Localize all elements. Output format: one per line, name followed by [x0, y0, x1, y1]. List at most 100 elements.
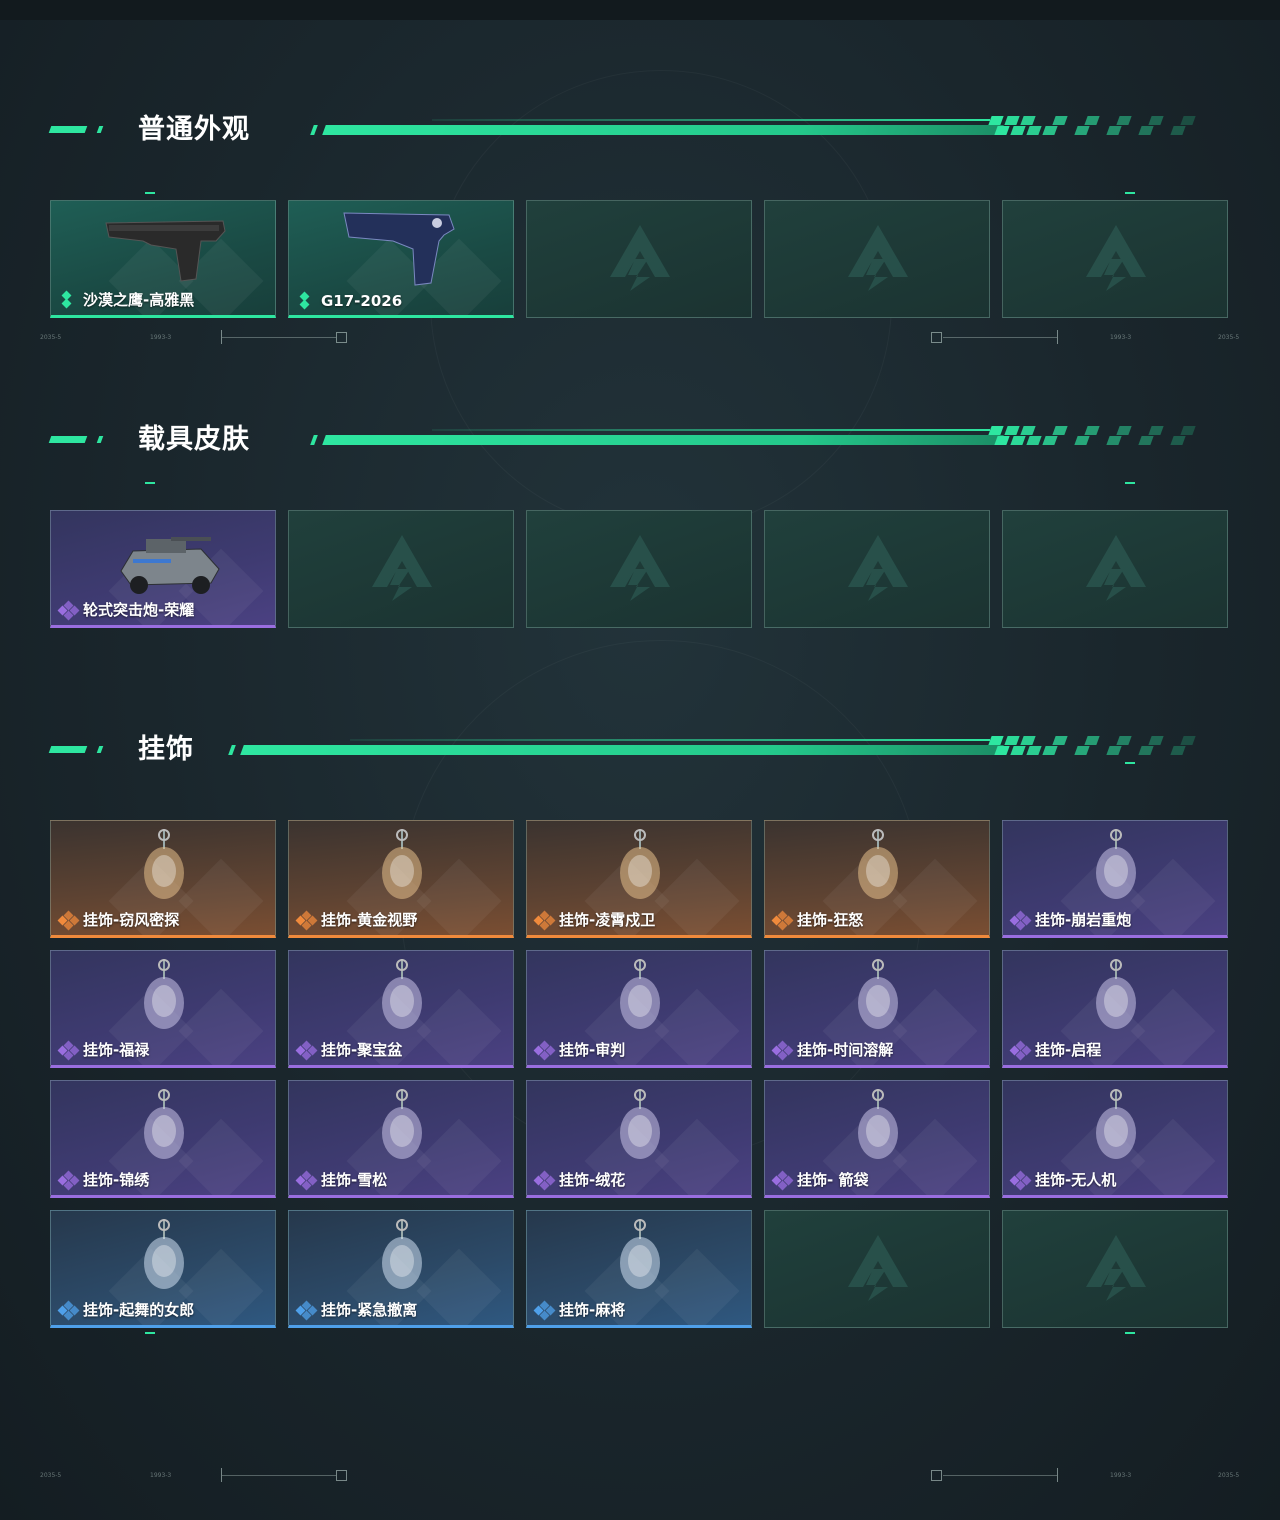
item-name: 挂饰-雪松: [321, 1171, 388, 1189]
accent-mark: [145, 192, 155, 194]
item-label-row: 挂饰-启程: [1009, 1039, 1101, 1060]
rarity-icon: [295, 1300, 318, 1320]
placeholder-logo-icon: [372, 535, 432, 601]
compass-ring-charm-icon: [1096, 959, 1136, 1029]
item-card[interactable]: G17-2026: [288, 200, 514, 318]
drone-charm-icon: [1096, 1089, 1136, 1159]
item-name: 挂饰-狂怒: [797, 911, 864, 929]
item-name: 挂饰-起舞的女郎: [83, 1301, 195, 1319]
accent-mark: [145, 1332, 155, 1334]
empty-slot: [764, 200, 990, 318]
item-card[interactable]: 挂饰-聚宝盆: [288, 950, 514, 1068]
armored-vehicle-icon: [120, 537, 220, 594]
item-label-row: 挂饰-紧急撤离: [295, 1299, 418, 1320]
item-card[interactable]: 挂饰-锦绣: [50, 1080, 276, 1198]
frame-code: 1993-3: [150, 334, 172, 341]
placeholder-logo-icon: [848, 1235, 908, 1301]
frame-box: [336, 1470, 347, 1481]
frame-tick: [1057, 330, 1058, 344]
header-dash: [96, 746, 104, 753]
item-name: 挂饰-聚宝盆: [321, 1041, 403, 1059]
desert-eagle-pistol-icon: [105, 220, 226, 282]
item-card[interactable]: 挂饰-雪松: [288, 1080, 514, 1198]
placeholder-logo-icon: [1086, 1235, 1146, 1301]
mahjong-tile-charm-icon: [620, 1219, 660, 1289]
rarity-icon: [59, 290, 79, 308]
melting-clock-charm-icon: [858, 959, 898, 1029]
header-bar: [322, 125, 1004, 135]
item-card[interactable]: 挂饰-狂怒: [764, 820, 990, 938]
item-name: G17-2026: [321, 292, 403, 310]
top-band: [0, 0, 1280, 20]
rarity-icon: [771, 910, 794, 930]
judgement-card-charm-icon: [620, 959, 660, 1029]
header-tick: [310, 125, 318, 135]
item-card[interactable]: 挂饰-绒花: [526, 1080, 752, 1198]
item-card[interactable]: 轮式突击炮-荣耀: [50, 510, 276, 628]
item-card[interactable]: 挂饰-审判: [526, 950, 752, 1068]
item-card[interactable]: 挂饰-崩岩重炮: [1002, 820, 1228, 938]
header-thin-line: [432, 429, 990, 431]
rock-cannon-charm-icon: [1096, 829, 1136, 899]
frame-code: 1993-3: [1110, 1472, 1132, 1479]
item-card[interactable]: 挂饰-麻将: [526, 1210, 752, 1328]
fox-figure-charm-icon: [382, 829, 422, 899]
empty-slot: [526, 510, 752, 628]
accent-mark: [1125, 192, 1135, 194]
item-card[interactable]: 挂饰-紧急撤离: [288, 1210, 514, 1328]
rarity-icon: [295, 910, 318, 930]
item-name: 挂饰-黄金视野: [321, 911, 418, 929]
item-card[interactable]: 挂饰-凌霄戍卫: [526, 820, 752, 938]
rarity-icon: [771, 1170, 794, 1190]
section-header: 挂饰: [48, 730, 1230, 770]
item-card[interactable]: 挂饰-黄金视野: [288, 820, 514, 938]
item-name: 挂饰-紧急撤离: [321, 1301, 418, 1319]
item-card[interactable]: 挂饰-起舞的女郎: [50, 1210, 276, 1328]
item-card[interactable]: 挂饰-窃风密探: [50, 820, 276, 938]
frame-code: 2035-5: [40, 1472, 62, 1479]
header-thin-line: [432, 119, 990, 121]
frame-code: 2035-5: [1218, 1472, 1240, 1479]
empty-slot: [288, 510, 514, 628]
item-card[interactable]: 挂饰-启程: [1002, 950, 1228, 1068]
frame-box: [931, 1470, 942, 1481]
quiver-charm-icon: [858, 1089, 898, 1159]
frame-code: 1993-3: [150, 1472, 172, 1479]
placeholder-logo-icon: [1086, 225, 1146, 291]
item-label-row: 沙漠之鹰-高雅黑: [59, 289, 194, 310]
item-card[interactable]: 沙漠之鹰-高雅黑: [50, 200, 276, 318]
item-card[interactable]: 挂饰-时间溶解: [764, 950, 990, 1068]
item-card[interactable]: 挂饰-无人机: [1002, 1080, 1228, 1198]
section-header: 载具皮肤: [48, 420, 1230, 460]
item-name: 沙漠之鹰-高雅黑: [83, 291, 195, 309]
snow-pine-charm-icon: [382, 1089, 422, 1159]
item-label-row: 挂饰-审判: [533, 1039, 625, 1060]
placeholder-logo-icon: [848, 535, 908, 601]
header-dash: [96, 126, 104, 133]
rarity-icon: [771, 1040, 794, 1060]
g17-pistol-icon: [343, 212, 455, 286]
guardian-charm-icon: [620, 829, 660, 899]
header-checker-pattern: [988, 426, 1200, 448]
rarity-icon: [1009, 910, 1032, 930]
accent-mark: [1125, 762, 1135, 764]
placeholder-logo-icon: [1086, 535, 1146, 601]
item-label-row: 挂饰-黄金视野: [295, 909, 418, 930]
item-label-row: 挂饰-时间溶解: [771, 1039, 893, 1060]
rarity-icon: [57, 910, 80, 930]
item-card[interactable]: 挂饰-福禄: [50, 950, 276, 1068]
item-label-row: 挂饰-锦绣: [57, 1169, 149, 1190]
section-title: 载具皮肤: [138, 424, 250, 455]
header-dash: [48, 126, 88, 133]
rarity-icon: [57, 1170, 80, 1190]
rarity-icon: [1009, 1040, 1032, 1060]
item-card[interactable]: 挂饰- 箭袋: [764, 1080, 990, 1198]
butterfly-charm-icon: [144, 1089, 184, 1159]
frame-tick: [221, 1468, 222, 1482]
header-dash: [48, 746, 88, 753]
item-label-row: 挂饰-无人机: [1009, 1169, 1116, 1190]
item-label-row: 挂饰-窃风密探: [57, 909, 179, 930]
item-label-row: 挂饰-凌霄戍卫: [533, 909, 655, 930]
empty-slot: [1002, 510, 1228, 628]
item-label-row: 挂饰- 箭袋: [771, 1169, 868, 1190]
